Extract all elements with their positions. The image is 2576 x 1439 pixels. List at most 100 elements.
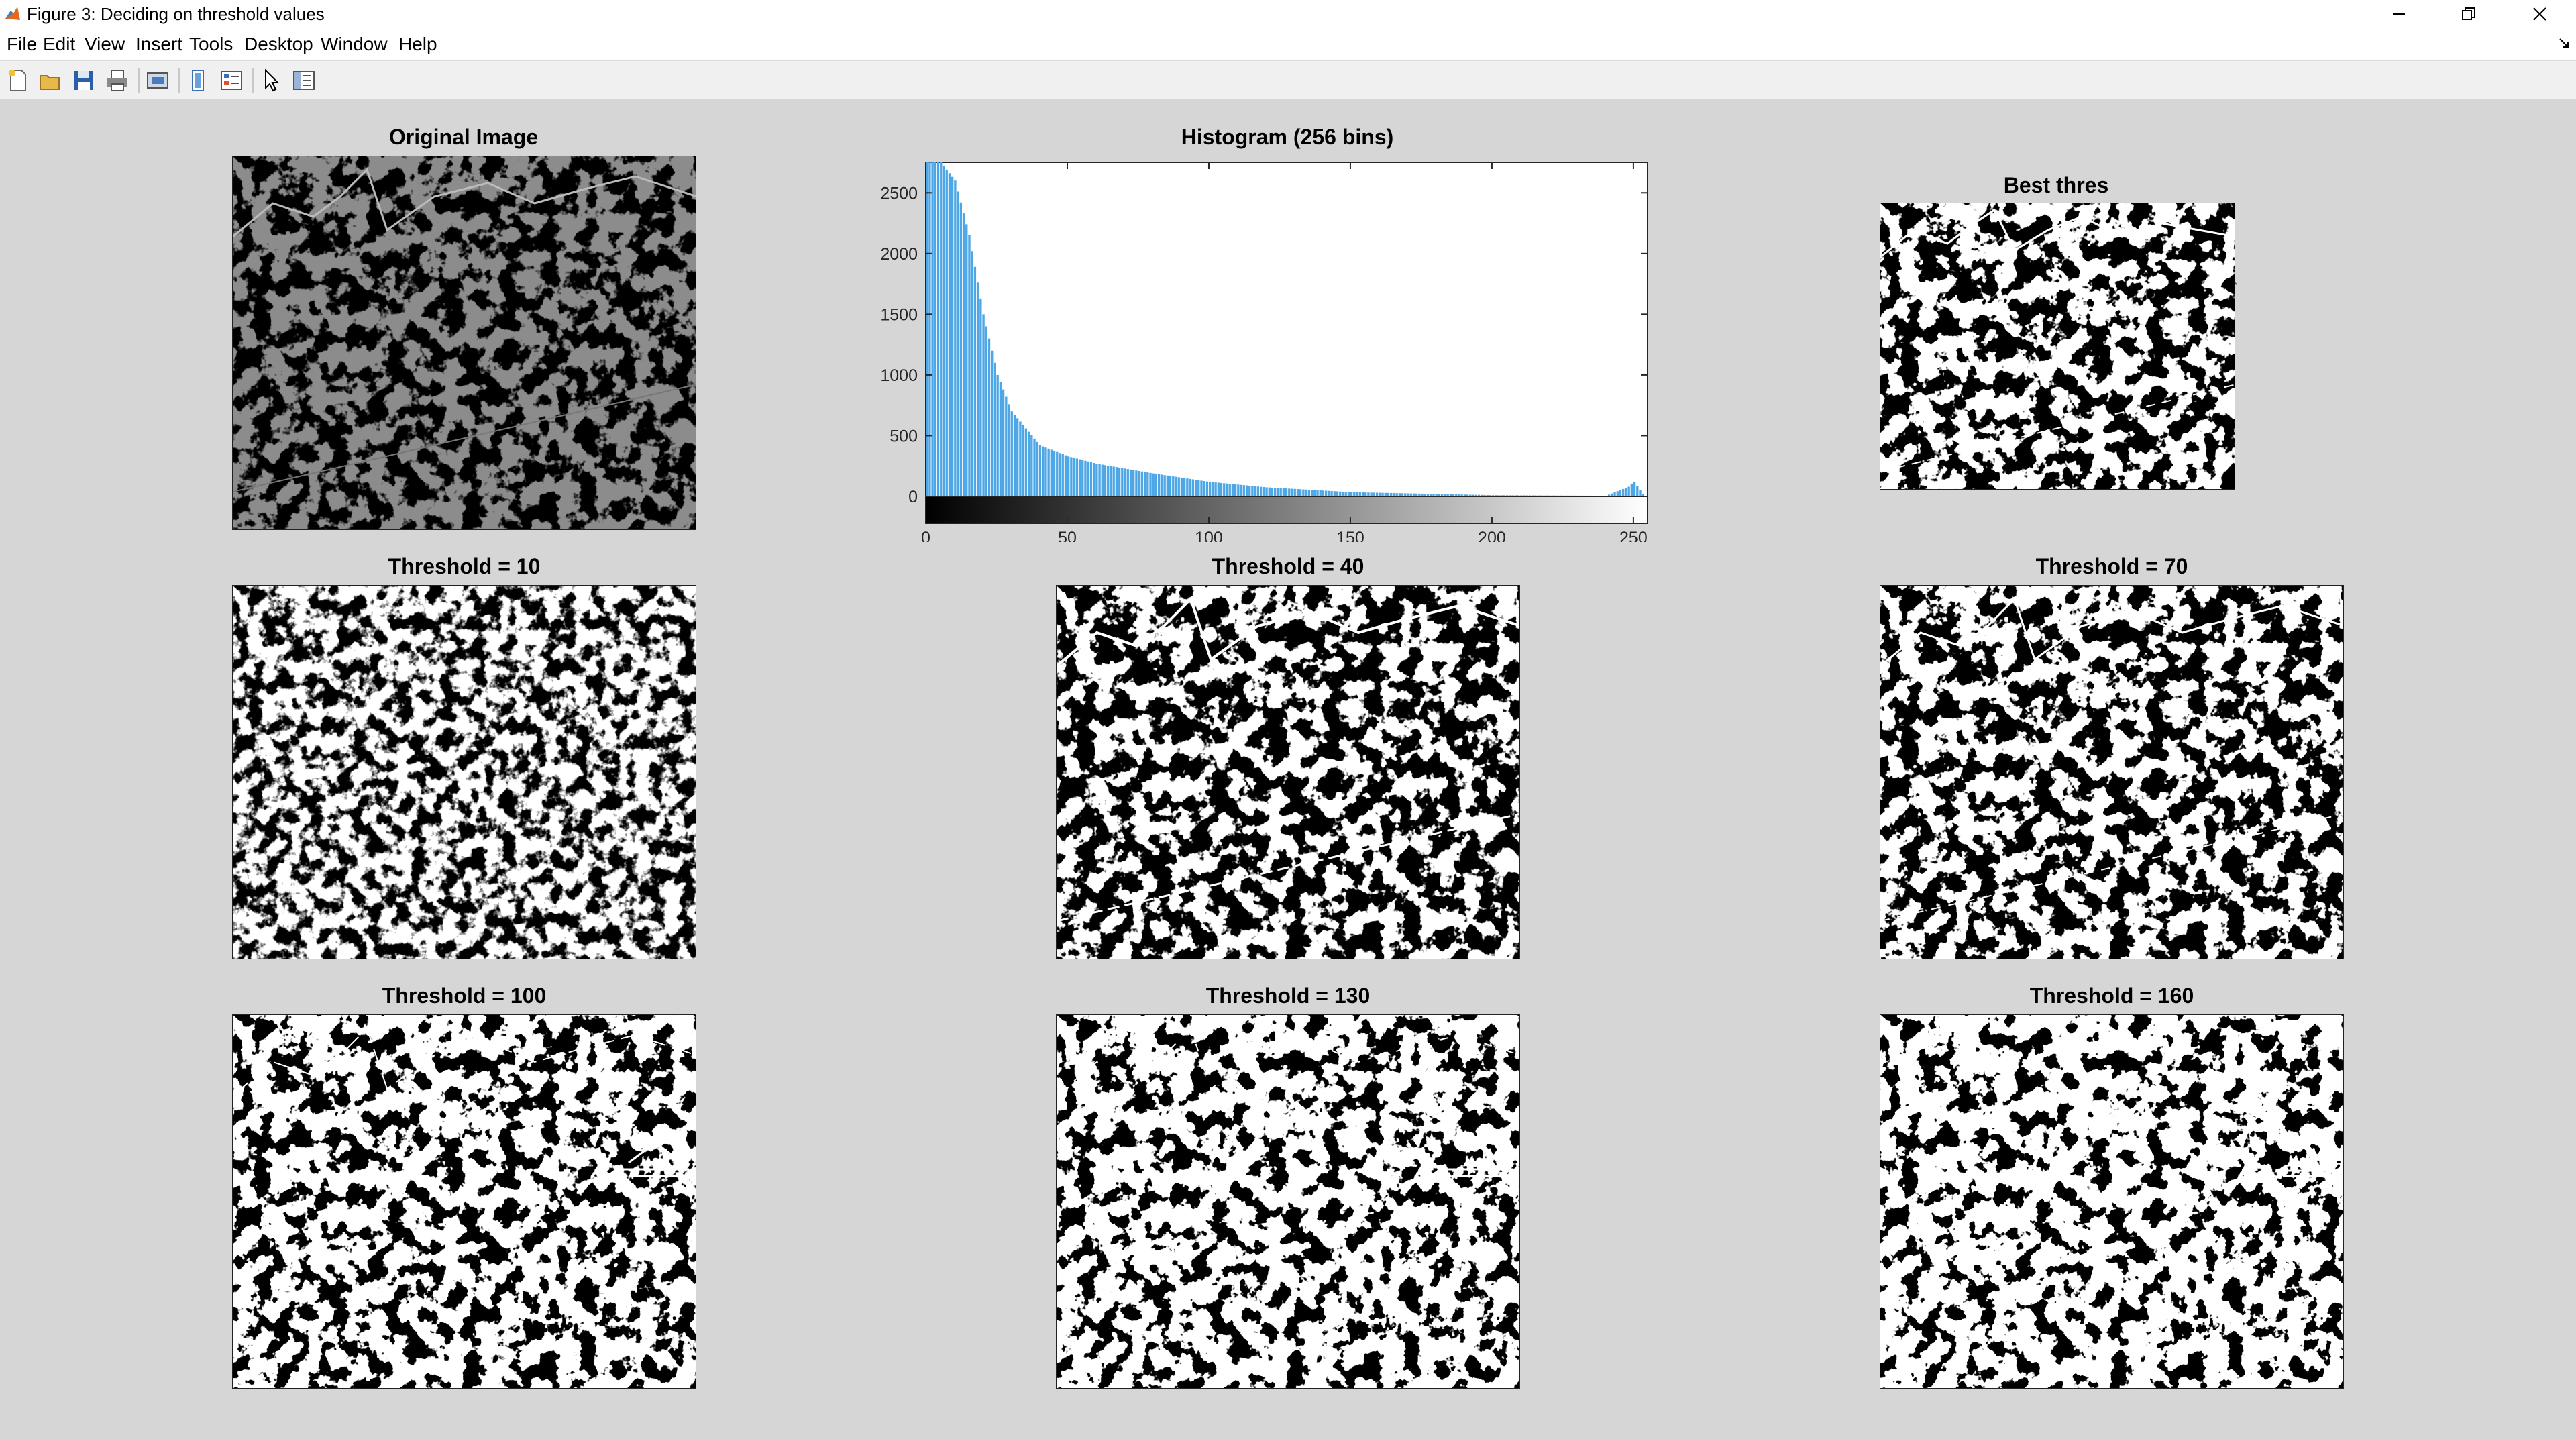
menu-file[interactable]: File [7, 32, 37, 56]
insert-colorbar-icon[interactable] [219, 68, 244, 93]
menu-insert[interactable]: Insert [136, 32, 182, 56]
histogram-bar [1092, 463, 1095, 496]
histogram-bar [940, 162, 943, 496]
histogram-bar [1024, 428, 1028, 496]
histogram-bar [1010, 411, 1013, 496]
close-button[interactable] [2505, 0, 2575, 28]
histogram-bar [1214, 482, 1217, 496]
export-icon[interactable] [145, 68, 170, 93]
histogram-bar [1625, 488, 1627, 496]
menu-tools[interactable]: Tools [189, 32, 233, 56]
histogram-bar [1291, 488, 1293, 496]
print-icon[interactable] [105, 68, 130, 93]
menu-edit[interactable]: Edit [43, 32, 75, 56]
menu-desktop[interactable]: Desktop [244, 32, 313, 56]
menu-window[interactable]: Window [321, 32, 388, 56]
histogram-bar [979, 298, 982, 496]
histogram-bar [943, 166, 945, 496]
histogram-bar [1296, 489, 1299, 496]
histogram-bar [926, 162, 928, 496]
x-tick-label: 150 [1336, 529, 1364, 542]
histogram-bar [934, 162, 937, 496]
dock-figure-icon[interactable] [2557, 36, 2571, 53]
histogram-bar [928, 162, 931, 496]
histogram-bar [1336, 491, 1339, 496]
edit-plot-icon[interactable] [259, 68, 284, 93]
histogram-bar [1002, 389, 1005, 496]
histogram-bar [1053, 451, 1056, 496]
histogram-bar [948, 173, 951, 496]
y-tick-label: 0 [908, 488, 918, 507]
threshold-160-image [1880, 1014, 2344, 1389]
histogram-bar [1240, 484, 1242, 496]
new-figure-icon[interactable] [5, 68, 31, 93]
histogram-bar [1636, 486, 1639, 496]
histogram-bar [1256, 486, 1260, 496]
histogram-bar [1279, 488, 1282, 496]
threshold-100-image [232, 1014, 696, 1389]
histogram-bar [1152, 473, 1155, 496]
histogram-bar [1186, 478, 1189, 496]
y-tick-label: 2000 [880, 245, 918, 264]
restore-button[interactable] [2434, 0, 2504, 28]
histogram-bar [1158, 474, 1161, 496]
y-tick-label: 2500 [880, 184, 918, 203]
threshold-10-image [232, 585, 696, 959]
best-threshold-image [1880, 203, 2235, 490]
histogram-bar [1050, 449, 1053, 496]
histogram-bar [1081, 460, 1084, 496]
histogram-bar [1223, 483, 1226, 496]
histogram-bar [1208, 482, 1212, 496]
save-icon[interactable] [71, 68, 97, 93]
histogram-bar [1124, 468, 1126, 496]
histogram-axes[interactable]: 0 500 1000 1500 2000 2500 0 50 100 150 200 250 [865, 153, 1664, 547]
threshold-100-title: Threshold = 100 [382, 983, 547, 1008]
menu-view[interactable]: View [85, 32, 125, 56]
histogram-bar [1089, 462, 1093, 496]
histogram-bar [1118, 467, 1121, 496]
histogram-bar [1155, 474, 1158, 496]
open-file-icon[interactable] [38, 68, 63, 93]
threshold-160-title: Threshold = 160 [2029, 983, 2194, 1008]
histogram-bar [1161, 474, 1163, 496]
histogram-bar [931, 162, 934, 496]
histogram-bar [982, 314, 985, 496]
threshold-10-title: Threshold = 10 [388, 554, 541, 578]
histogram-bar [1344, 492, 1347, 496]
histogram-bar [1075, 458, 1078, 496]
property-inspector-icon[interactable] [291, 68, 317, 93]
threshold-40-title: Threshold = 40 [1212, 554, 1364, 578]
original-image [232, 156, 696, 530]
histogram-bar [951, 176, 954, 496]
title-bar: Figure 3: Deciding on threshold values [0, 0, 2576, 28]
histogram-bar [1259, 486, 1263, 496]
histogram-bar [971, 251, 973, 496]
histogram-bar [1061, 454, 1064, 496]
histogram-bar [1205, 481, 1209, 496]
histogram-bar [1274, 488, 1277, 496]
minimize-button[interactable] [2364, 0, 2434, 28]
histogram-bar [1302, 489, 1305, 496]
histogram-bar [1104, 465, 1107, 496]
menu-bar: File Edit View Insert Tools Desktop Wind… [0, 28, 2576, 60]
menu-help[interactable]: Help [398, 32, 437, 56]
histogram-bar [1319, 490, 1322, 496]
histogram-bar [1231, 484, 1234, 496]
y-tick-label: 1500 [880, 305, 918, 324]
histogram-bar [1172, 476, 1175, 496]
histogram-bar [1005, 396, 1008, 496]
histogram-bar [1263, 487, 1265, 496]
histogram-bar [1234, 484, 1237, 496]
link-plot-icon[interactable] [185, 68, 211, 93]
histogram-bar [994, 362, 996, 496]
x-tick-label: 200 [1478, 529, 1506, 542]
histogram-bar [1616, 491, 1619, 496]
histogram-bar [1630, 484, 1633, 496]
figure-toolbar [0, 60, 2576, 99]
histogram-bar [1271, 487, 1274, 496]
histogram-bar [1166, 475, 1169, 496]
histogram-bar [1200, 480, 1203, 496]
histogram-bar [1305, 489, 1307, 496]
histogram-bar [1027, 431, 1030, 496]
x-tick-label: 100 [1195, 529, 1223, 542]
